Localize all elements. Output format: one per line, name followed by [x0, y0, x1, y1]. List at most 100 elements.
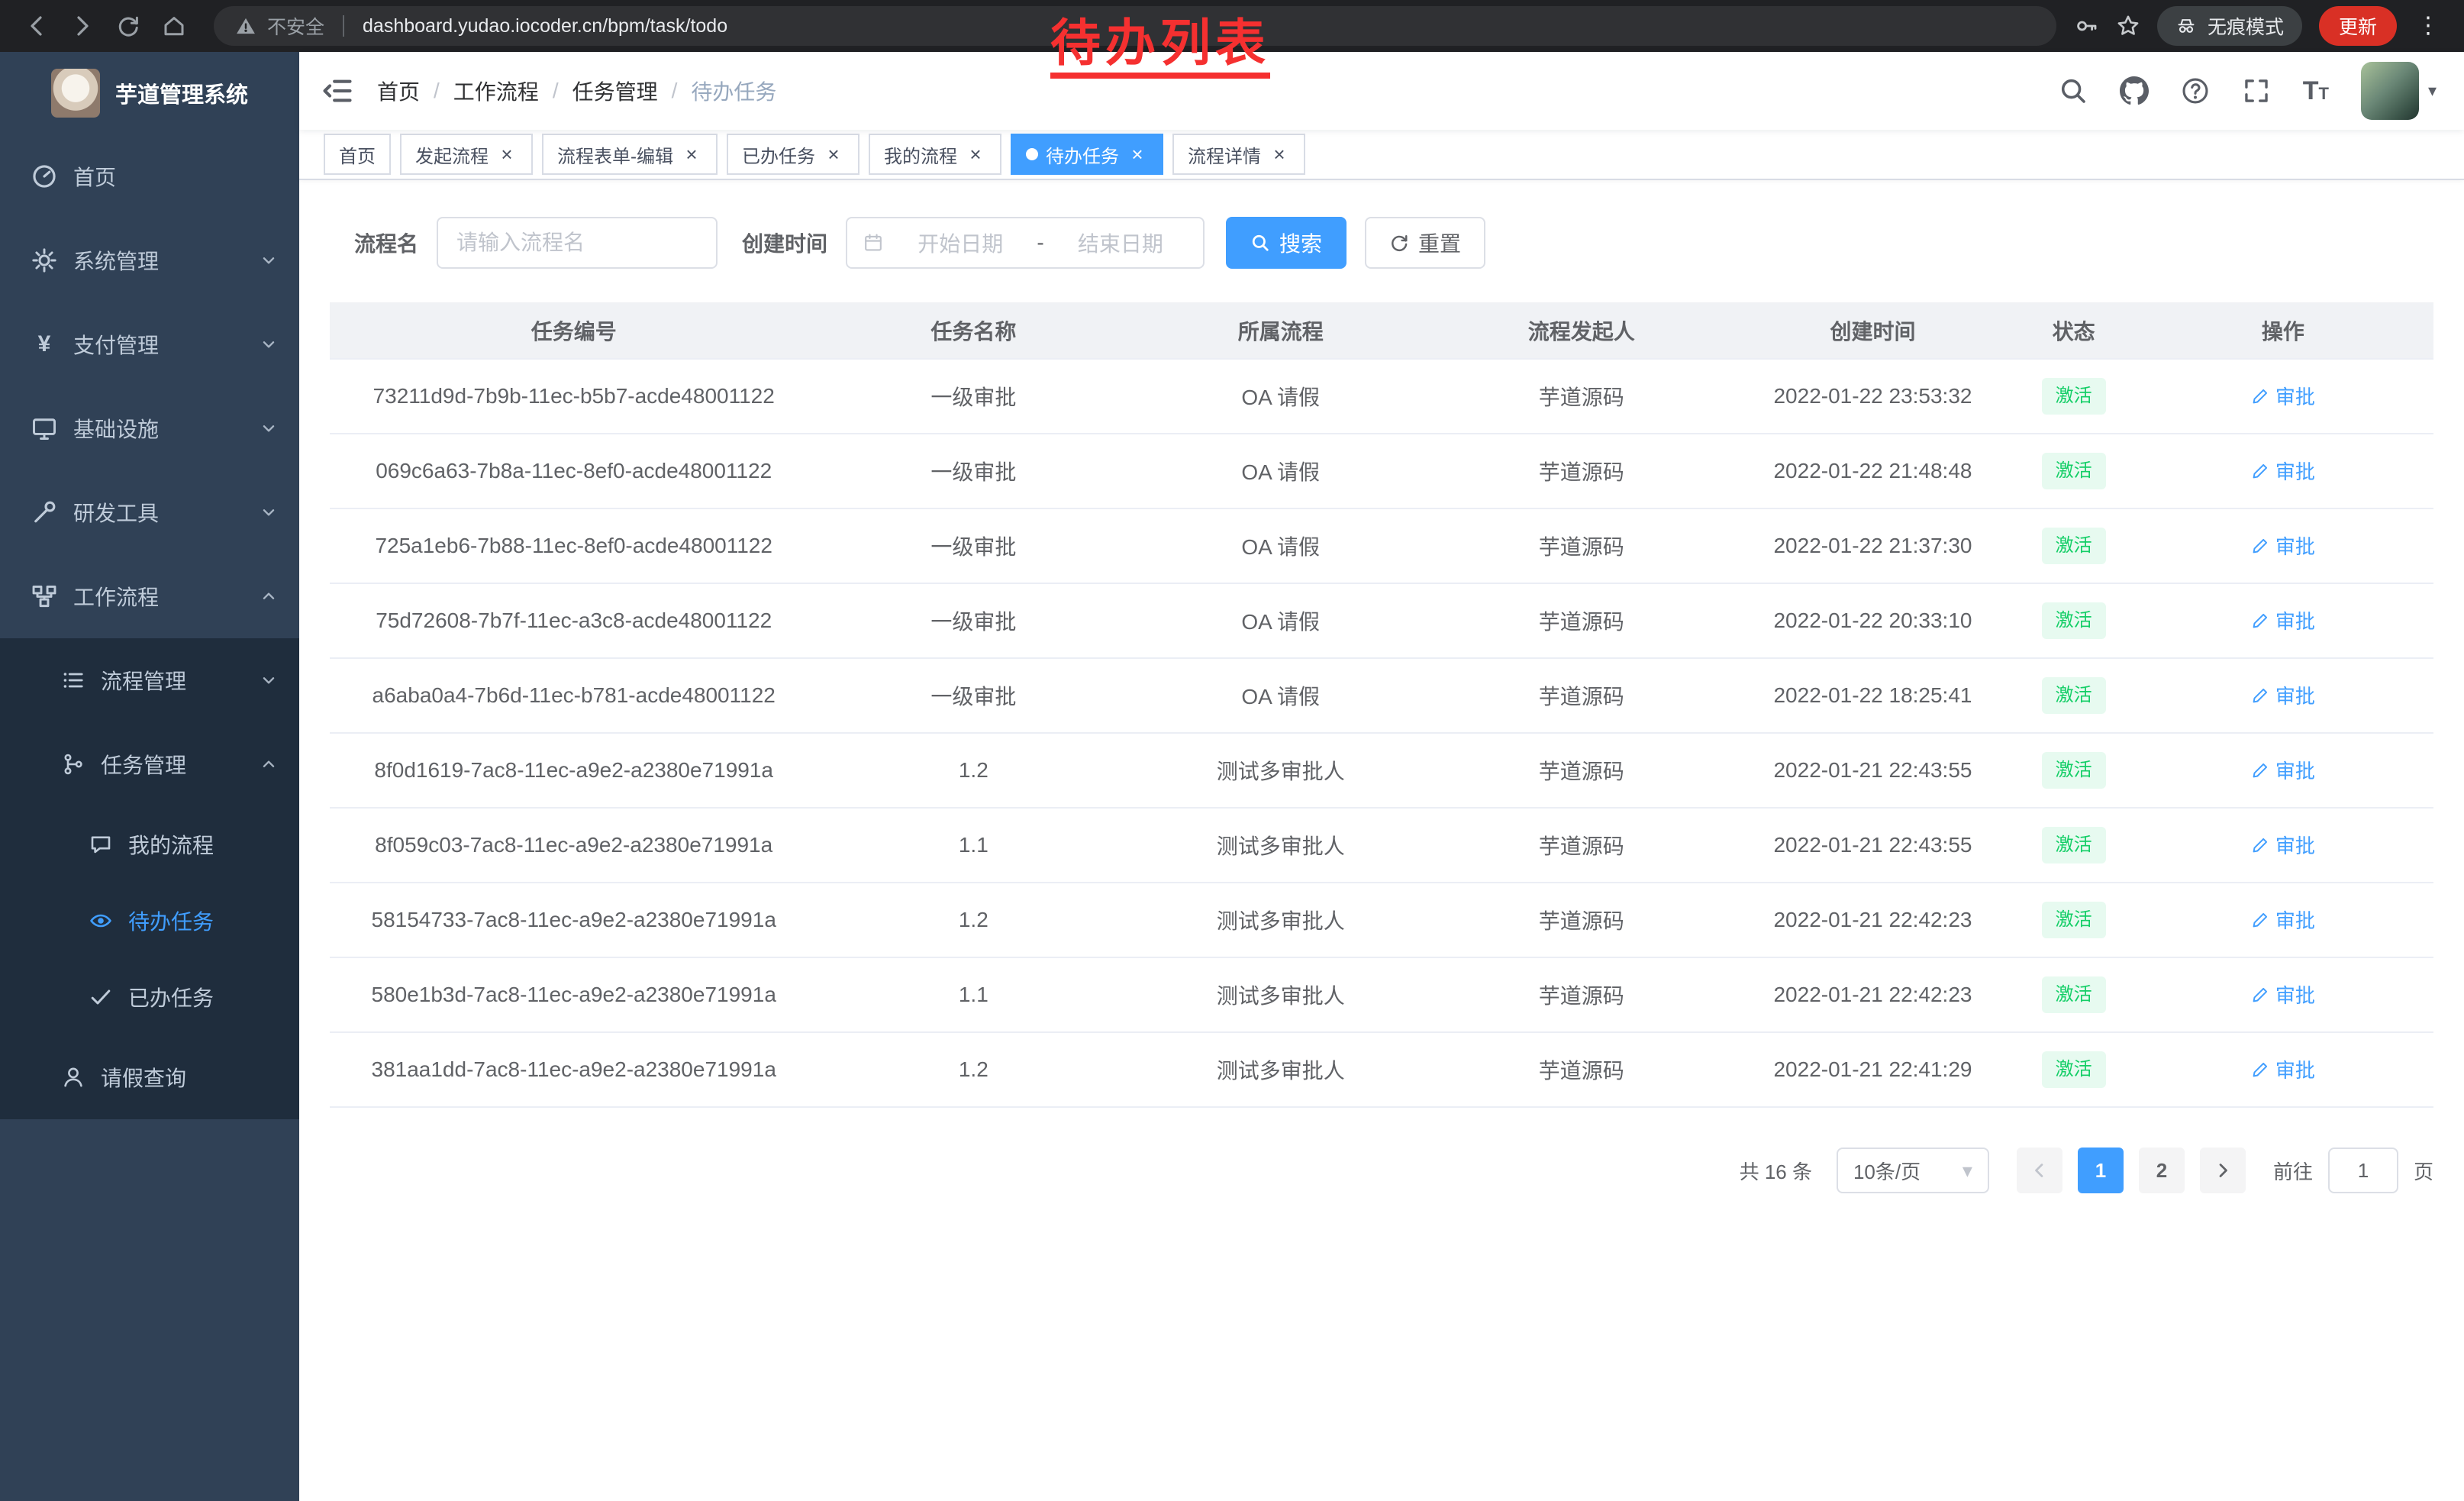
sidebar-item-task-mgmt[interactable]: 任务管理 — [0, 722, 299, 806]
github-icon[interactable] — [2120, 76, 2149, 105]
bookmark-star-icon[interactable] — [2116, 14, 2140, 38]
pen-icon — [2251, 686, 2269, 705]
back-button[interactable] — [15, 5, 58, 47]
task-created-time: 2022-01-21 22:43:55 — [1773, 758, 1972, 782]
sidebar-item-devtools[interactable]: 研发工具 — [0, 470, 299, 554]
page-1-button[interactable]: 1 — [2078, 1148, 2124, 1193]
app-logo — [51, 69, 100, 118]
sidebar-item-done-tasks[interactable]: 已办任务 — [0, 959, 299, 1035]
sidebar-item-my-process[interactable]: 我的流程 — [0, 806, 299, 883]
app-logo-row[interactable]: 芋道管理系统 — [0, 52, 299, 134]
sidebar-item-system[interactable]: 系统管理 — [0, 218, 299, 302]
tab-close-icon[interactable]: × — [1269, 144, 1290, 165]
help-icon[interactable] — [2181, 76, 2210, 105]
home-button[interactable] — [153, 5, 195, 47]
sidebar-item-leave-query[interactable]: 请假查询 — [0, 1035, 299, 1119]
tab-item[interactable]: 流程详情 × — [1172, 134, 1305, 175]
page-unit-label: 页 — [2414, 1157, 2433, 1185]
task-name: 1.2 — [959, 1057, 989, 1081]
tabs-bar: 首页 发起流程 × 流程表单-编辑 × 已办任务 × 我的流程 × 待办任务 ×… — [299, 130, 2464, 180]
breadcrumb-separator: / — [434, 79, 440, 103]
approve-link[interactable]: 审批 — [2251, 382, 2315, 410]
approve-link[interactable]: 审批 — [2251, 905, 2315, 934]
tab-item[interactable]: 首页 — [324, 134, 391, 175]
font-size-icon[interactable]: TT — [2303, 78, 2329, 104]
task-name: 1.1 — [959, 983, 989, 1006]
goto-page-input[interactable] — [2328, 1148, 2398, 1193]
sidebar-item-infrastructure[interactable]: 基础设施 — [0, 386, 299, 470]
chrome-actions: 无痕模式 更新 ⋮ — [2075, 6, 2449, 46]
sidebar-item-todo-tasks[interactable]: 待办任务 — [0, 883, 299, 959]
task-starter: 芋道源码 — [1539, 760, 1624, 783]
task-process: 测试多审批人 — [1217, 909, 1345, 933]
tab-item[interactable]: 我的流程 × — [869, 134, 1001, 175]
task-created-time: 2022-01-21 22:43:55 — [1773, 833, 1972, 857]
tab-item[interactable]: 流程表单-编辑 × — [542, 134, 718, 175]
task-process: OA 请假 — [1241, 610, 1320, 634]
prev-page-button[interactable] — [2017, 1148, 2062, 1193]
sidebar-item-workflow[interactable]: 工作流程 — [0, 554, 299, 638]
incognito-badge: 无痕模式 — [2157, 6, 2302, 46]
chevron-down-icon — [260, 671, 278, 689]
approve-link[interactable]: 审批 — [2251, 756, 2315, 784]
key-icon[interactable] — [2075, 14, 2099, 38]
tab-close-icon[interactable]: × — [823, 144, 844, 165]
wrench-icon — [31, 499, 58, 526]
search-icon — [1250, 233, 1270, 253]
sidebar-item-process-mgmt[interactable]: 流程管理 — [0, 638, 299, 722]
breadcrumb-home[interactable]: 首页 — [377, 76, 420, 106]
approve-link[interactable]: 审批 — [2251, 681, 2315, 709]
status-badge: 激活 — [2042, 976, 2106, 1013]
approve-link-label: 审批 — [2275, 457, 2315, 485]
tab-close-icon[interactable]: × — [1127, 144, 1148, 165]
sidebar-fold-icon[interactable] — [321, 74, 354, 108]
task-process: 测试多审批人 — [1217, 1059, 1345, 1083]
column-header: 操作 — [2133, 302, 2433, 359]
search-button[interactable]: 搜索 — [1226, 217, 1346, 269]
update-button[interactable]: 更新 — [2319, 6, 2397, 46]
pen-icon — [2251, 911, 2269, 929]
approve-link[interactable]: 审批 — [2251, 531, 2315, 560]
approve-link[interactable]: 审批 — [2251, 980, 2315, 1009]
approve-link[interactable]: 审批 — [2251, 831, 2315, 859]
tab-item[interactable]: 发起流程 × — [400, 134, 533, 175]
branch-icon — [61, 752, 85, 776]
tab-close-icon[interactable]: × — [496, 144, 518, 165]
task-starter: 芋道源码 — [1539, 909, 1624, 933]
approve-link-label: 审批 — [2275, 382, 2315, 410]
status-badge: 激活 — [2042, 378, 2106, 415]
task-process: OA 请假 — [1241, 460, 1320, 484]
forward-button[interactable] — [61, 5, 104, 47]
breadcrumb-task-mgmt[interactable]: 任务管理 — [572, 76, 658, 106]
url-text: dashboard.yudao.iocoder.cn/bpm/task/todo — [363, 15, 727, 37]
reset-button[interactable]: 重置 — [1365, 217, 1485, 269]
column-header: 所属流程 — [1129, 302, 1432, 359]
more-menu-icon[interactable]: ⋮ — [2414, 15, 2443, 37]
next-page-button[interactable] — [2200, 1148, 2246, 1193]
sidebar-item-home[interactable]: 首页 — [0, 134, 299, 218]
page-2-button[interactable]: 2 — [2139, 1148, 2185, 1193]
page-size-select[interactable]: 10条/页 ▾ — [1837, 1148, 1989, 1193]
date-range-picker[interactable]: 开始日期 - 结束日期 — [846, 217, 1205, 269]
approve-link[interactable]: 审批 — [2251, 606, 2315, 634]
gear-icon — [31, 247, 58, 274]
breadcrumb-workflow[interactable]: 工作流程 — [453, 76, 539, 106]
reload-button[interactable] — [107, 5, 150, 47]
search-icon[interactable] — [2059, 76, 2088, 105]
sidebar-item-payment[interactable]: ¥ 支付管理 — [0, 302, 299, 386]
approve-link[interactable]: 审批 — [2251, 457, 2315, 485]
tab-item[interactable]: 待办任务 × — [1011, 134, 1163, 175]
user-menu[interactable]: ▾ — [2361, 62, 2437, 120]
tab-close-icon[interactable]: × — [965, 144, 986, 165]
chat-icon — [89, 832, 113, 857]
approve-link[interactable]: 审批 — [2251, 1055, 2315, 1083]
task-name: 一级审批 — [930, 535, 1016, 559]
status-badge: 激活 — [2042, 902, 2106, 938]
user-icon — [61, 1065, 85, 1089]
task-created-time: 2022-01-21 22:42:23 — [1773, 908, 1972, 931]
chevron-down-icon — [260, 251, 278, 270]
process-name-input[interactable] — [437, 217, 718, 269]
fullscreen-icon[interactable] — [2242, 76, 2271, 105]
tab-close-icon[interactable]: × — [681, 144, 702, 165]
tab-item[interactable]: 已办任务 × — [727, 134, 859, 175]
